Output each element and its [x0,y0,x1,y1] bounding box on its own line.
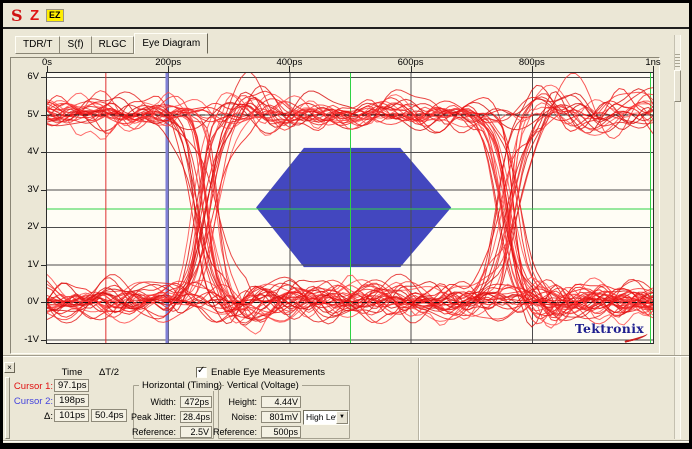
peak-jitter-value: 28.4ps [180,411,212,423]
panel-top-divider [3,355,689,357]
width-value: 472ps [180,396,212,408]
delta-label: Δ: [44,411,53,422]
panel-grip-handle[interactable] [5,377,10,439]
tab-tdr-t[interactable]: TDR/T [15,36,60,54]
time-column-header: Time [54,367,90,378]
horizontal-timing-title: Horizontal (Timing) [139,380,225,391]
z-toolbar-icon[interactable]: Z [30,7,39,24]
delta-t-half-column-header: ΔT/2 [90,367,128,378]
voltage-reference-value: 500ps [261,426,301,438]
delta-time-value: 101ps [54,409,89,422]
cursor1-label: Cursor 1: [14,381,53,392]
peak-jitter-label: Peak Jitter: [131,412,176,422]
height-label: Height: [228,397,257,407]
y-axis-tick-label: 1V [13,259,39,270]
y-axis-tick-label: 4V [13,146,39,157]
eye-mask [256,148,451,267]
noise-value: 801mV [261,411,301,423]
timing-reference-value: 2.5V [180,426,212,438]
panel-bottom-divider [3,440,689,442]
y-axis-tick-label: 2V [13,221,39,232]
y-axis-tick-label: -1V [13,334,39,345]
checkmark-icon: ✓ [197,366,205,376]
delta-t-half-value: 50.4ps [91,409,127,422]
width-label: Width: [150,397,176,407]
y-axis-tick-label: 0V [13,296,39,307]
s-toolbar-icon[interactable]: S [11,6,23,25]
cursor2-label: Cursor 2: [14,396,53,407]
panel-vertical-divider [418,358,420,440]
panel-close-button[interactable]: × [4,362,15,373]
enable-eye-measurements-label: Enable Eye Measurements [211,367,325,378]
cursor1-time-value: 97.1ps [54,379,89,392]
tab-s-f[interactable]: S(f) [60,36,91,54]
y-axis-tick-label: 3V [13,184,39,195]
level-select-dropdown[interactable]: High Level ▼ [303,410,349,425]
timing-reference-label: Reference: [132,427,176,437]
eye-diagram-canvas [47,73,653,343]
tab-rlgc[interactable]: RLGC [92,36,135,54]
y-axis-tick-label: 5V [13,109,39,120]
scrollbar-gripper-icon [675,54,680,68]
dropdown-arrow-icon[interactable]: ▼ [336,411,348,424]
app-window: S Z EZ TDR/T S(f) RLGC Eye Diagram 0s200… [0,0,692,449]
cursor2-time-value: 198ps [54,394,89,407]
tektronix-logo: Tektronix [575,321,644,336]
tab-eye-diagram[interactable]: Eye Diagram [134,33,208,54]
enable-eye-measurements-checkbox[interactable]: ✓ [196,367,207,378]
vertical-voltage-group: Vertical (Voltage) Height: 4.44V Noise: … [218,385,350,439]
scrollbar-thumb[interactable] [674,70,681,102]
toolbar-divider [3,27,689,29]
height-value: 4.44V [261,396,301,408]
vertical-voltage-title: Vertical (Voltage) [224,380,302,391]
horizontal-timing-group: Horizontal (Timing) Width: 472ps Peak Ji… [133,385,214,439]
y-axis-tick-label: 6V [13,71,39,82]
ez-toolbar-icon[interactable]: EZ [46,9,64,22]
voltage-reference-label: Reference: [213,427,257,437]
close-icon: × [7,363,12,372]
noise-label: Noise: [231,412,257,422]
eye-diagram-plot: Tektronix [46,72,654,344]
tab-bar: TDR/T S(f) RLGC Eye Diagram [15,33,208,54]
